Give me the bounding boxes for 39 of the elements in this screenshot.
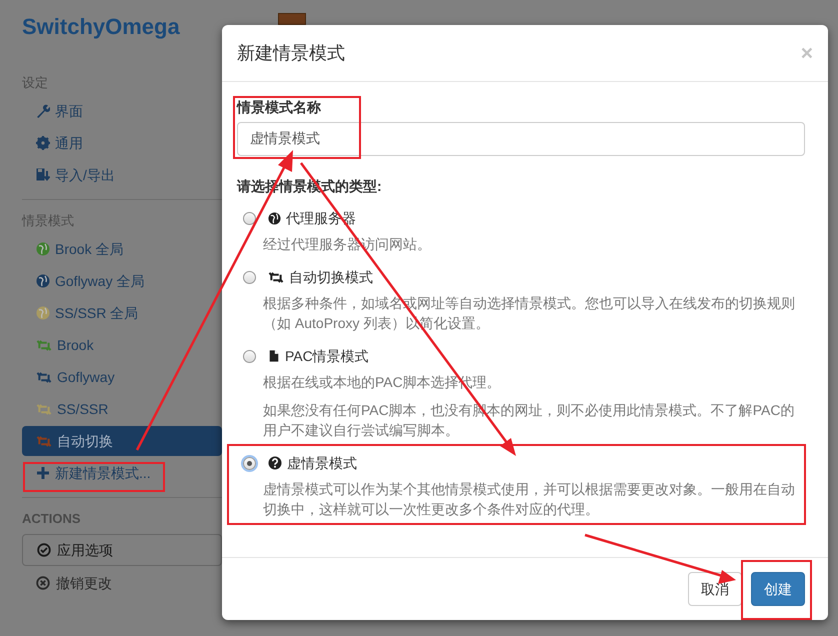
- sidebar-item[interactable]: 自动切换: [22, 426, 222, 456]
- discard-changes-link[interactable]: 撤销更改: [22, 567, 112, 599]
- floppy-arrow-icon: [36, 168, 50, 182]
- apply-options-button[interactable]: 应用选项: [22, 534, 222, 566]
- create-button[interactable]: 创建: [751, 572, 805, 606]
- close-button[interactable]: ×: [800, 42, 813, 64]
- question-circle-icon: [268, 456, 282, 470]
- repeat-arrows-icon: [268, 270, 284, 284]
- field-label: 情景模式名称: [237, 98, 322, 117]
- wrench-icon: [36, 104, 50, 118]
- sidebar-item[interactable]: SS/SSR: [22, 393, 222, 425]
- dialog-title: 新建情景模式: [237, 42, 345, 64]
- sidebar-item[interactable]: SS/SSR 全局: [22, 297, 222, 329]
- check-circle-icon: [37, 543, 51, 557]
- option-label: PAC情景模式: [285, 347, 369, 366]
- option-label: 虚情景模式: [287, 454, 357, 473]
- radio-button[interactable]: [243, 212, 256, 224]
- profile-name-field[interactable]: 虚情景模式: [237, 122, 805, 156]
- sidebar-item[interactable]: 导入/导出: [22, 159, 222, 191]
- sidebar-item[interactable]: 通用: [22, 127, 222, 159]
- profile-color-swatch: [278, 13, 306, 25]
- radio-button[interactable]: [243, 270, 256, 284]
- sidebar-item[interactable]: Goflyway 全局: [22, 265, 222, 297]
- option-description: 虚情景模式可以作为某个其他情景模式使用，并可以根据需要更改对象。一般用在自动切换中，这样就可以一次性更改多个条件对应的代理。: [262, 480, 796, 519]
- x-circle-icon: [36, 576, 50, 590]
- gear-icon: [36, 136, 50, 150]
- sidebar-item[interactable]: Goflyway: [22, 361, 222, 393]
- annotation-box: [741, 560, 812, 620]
- sidebar-item[interactable]: Brook 全局: [22, 233, 222, 265]
- radio-button[interactable]: [243, 456, 256, 470]
- sidebar-item[interactable]: 界面: [22, 95, 222, 127]
- sidebar-item[interactable]: Brook: [22, 329, 222, 361]
- app-title: SwitchyOmega: [22, 14, 181, 40]
- cancel-button[interactable]: 取消: [688, 572, 742, 606]
- plus-icon: [36, 466, 50, 480]
- sidebar-item[interactable]: 新建情景模式...: [22, 457, 222, 489]
- option-label: 自动切换模式: [289, 268, 373, 287]
- file-icon: [268, 349, 280, 363]
- radio-button[interactable]: [243, 350, 256, 362]
